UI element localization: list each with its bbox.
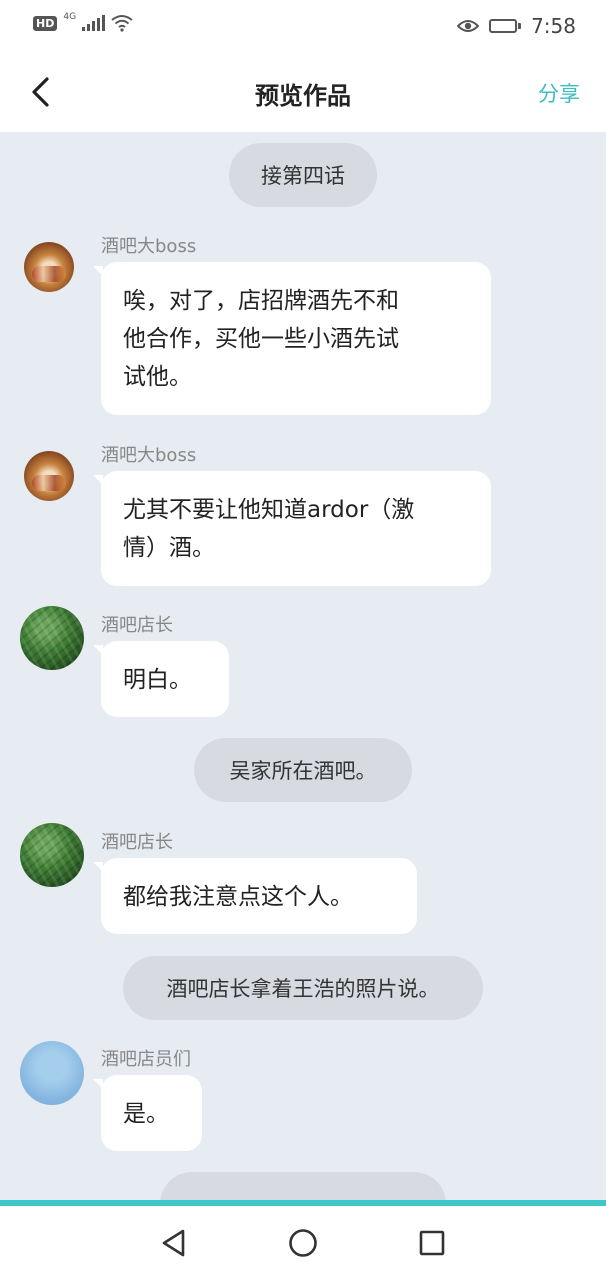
sender-name: 酒吧大boss bbox=[101, 445, 197, 466]
message-line: 他合作，买他一些小酒先试 bbox=[123, 326, 399, 352]
message-bubble[interactable]: 尤其不要让他知道ardor（激 情）酒。 bbox=[93, 471, 491, 586]
message-line: 尤其不要让他知道ardor（激 bbox=[123, 497, 415, 523]
sender-name: 酒吧店员们 bbox=[101, 1049, 191, 1070]
avatar[interactable] bbox=[24, 242, 74, 292]
narration-pill: 接第四话 bbox=[229, 143, 377, 207]
avatar[interactable] bbox=[20, 1041, 84, 1105]
sender-name: 酒吧店长 bbox=[101, 615, 173, 636]
message-line: 情）酒。 bbox=[123, 535, 215, 561]
sender-name: 酒吧店长 bbox=[101, 832, 173, 853]
message-bubble[interactable]: 是。 bbox=[93, 1075, 202, 1151]
message-bubble[interactable]: 都给我注意点这个人。 bbox=[93, 858, 417, 934]
network-type: 4G bbox=[63, 12, 77, 22]
avatar[interactable] bbox=[20, 606, 84, 670]
status-left: HD 4G bbox=[33, 12, 133, 32]
hd-icon: HD bbox=[33, 15, 58, 31]
square-recent-icon bbox=[419, 1230, 445, 1256]
signal-icon bbox=[82, 15, 106, 31]
share-button[interactable]: 分享 bbox=[538, 78, 580, 108]
clock: 7:58 bbox=[531, 14, 576, 38]
avatar[interactable] bbox=[20, 823, 84, 887]
message-line: 唉，对了，店招牌酒先不和 bbox=[123, 288, 399, 314]
status-bar: HD 4G 7:58 bbox=[0, 0, 606, 52]
sender-name: 酒吧大boss bbox=[101, 236, 197, 257]
system-nav-bar bbox=[0, 1200, 606, 1280]
chat-area[interactable]: 接第四话 酒吧大boss 唉，对了，店招牌酒先不和 他合作，买他一些小酒先试 试… bbox=[0, 132, 606, 1200]
eye-icon bbox=[457, 20, 480, 32]
narration-pill: 酒吧店长拿着王浩的照片说。 bbox=[123, 956, 483, 1020]
wifi-icon bbox=[111, 15, 133, 32]
nav-home-button[interactable] bbox=[288, 1228, 318, 1258]
avatar[interactable] bbox=[24, 451, 74, 501]
nav-recent-button[interactable] bbox=[417, 1228, 447, 1258]
circle-home-icon bbox=[289, 1229, 317, 1257]
nav-back-button[interactable] bbox=[158, 1228, 188, 1258]
status-right: 7:58 bbox=[457, 14, 576, 38]
page-title: 预览作品 bbox=[255, 82, 351, 110]
message-bubble[interactable]: 明白。 bbox=[93, 641, 229, 717]
battery-icon bbox=[489, 19, 522, 33]
narration-pill: 吴家所在酒吧。 bbox=[194, 738, 412, 802]
narration-pill-partial bbox=[160, 1172, 446, 1200]
title-bar: 预览作品 分享 bbox=[0, 52, 606, 132]
message-line: 试他。 bbox=[123, 364, 192, 390]
triangle-back-icon bbox=[162, 1229, 185, 1257]
message-bubble[interactable]: 唉，对了，店招牌酒先不和 他合作，买他一些小酒先试 试他。 bbox=[93, 262, 491, 415]
